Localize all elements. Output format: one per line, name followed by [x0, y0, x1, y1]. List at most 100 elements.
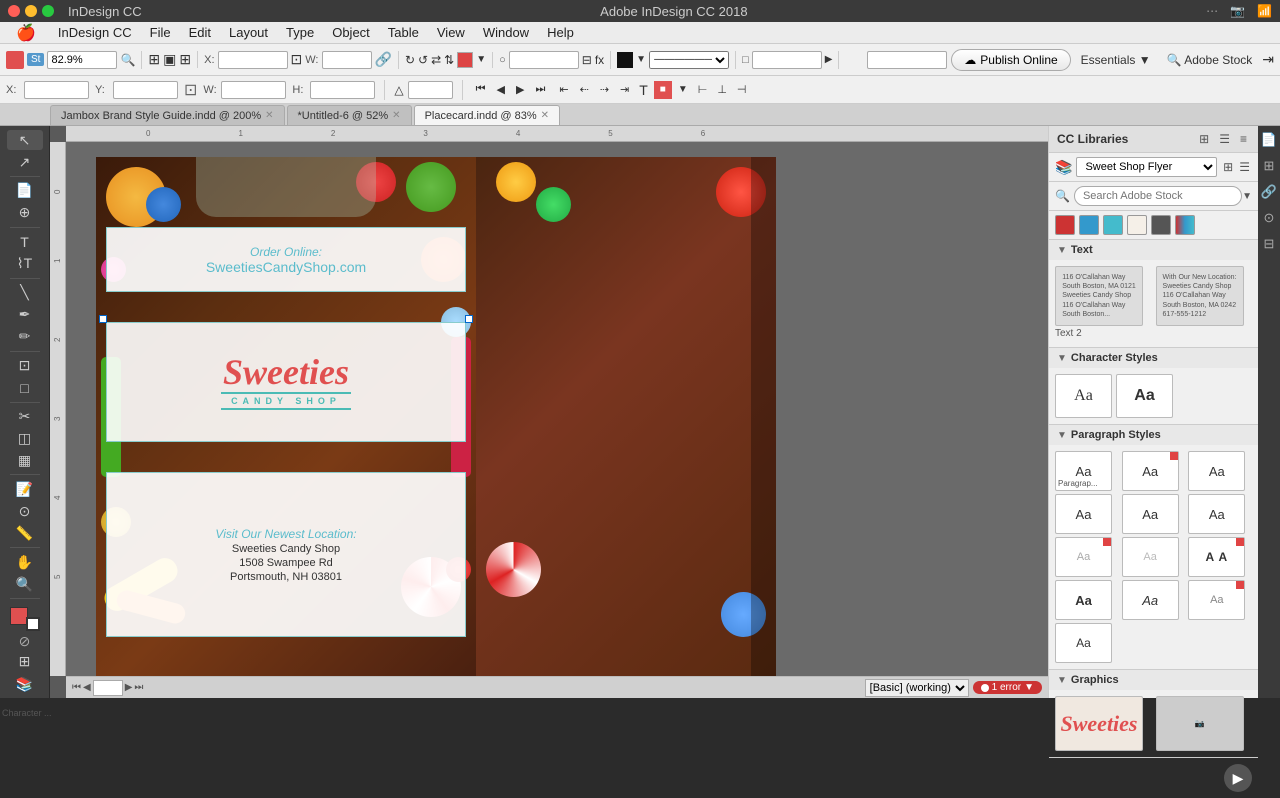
menu-type[interactable]: Type — [278, 23, 322, 42]
library-dropdown[interactable]: Sweet Shop Flyer — [1076, 157, 1217, 177]
para-style-12[interactable]: Aa — [1188, 580, 1245, 620]
para-style-4[interactable]: Aa — [1055, 494, 1112, 534]
pages-panel-btn[interactable]: 📄 — [1259, 130, 1279, 150]
menu-layout[interactable]: Layout — [221, 23, 276, 42]
links-panel-btn[interactable]: 🔗 — [1259, 182, 1279, 202]
panel-grid-view-btn[interactable]: ⊞ — [1196, 131, 1212, 147]
page-number-input[interactable]: 1 — [93, 680, 123, 696]
zoom-tool[interactable]: 🔍 — [7, 574, 43, 594]
x-coord-input[interactable]: 1.18 in — [24, 81, 89, 99]
first-page-btn-bottom[interactable]: ⏮ — [72, 682, 81, 693]
menu-file[interactable]: File — [142, 23, 179, 42]
prev-page-btn[interactable]: ⇠ — [576, 81, 593, 98]
prev-frame-btn[interactable]: ⏮ — [472, 81, 490, 98]
panel-menu-btn[interactable]: ≡ — [1237, 131, 1250, 147]
apple-menu[interactable]: 🍎 — [8, 21, 44, 45]
last-page-btn-bottom[interactable]: ⏭ — [134, 682, 143, 693]
add-to-library-btn[interactable]: ▶ — [1224, 764, 1252, 792]
tab-untitled[interactable]: *Untitled-6 @ 52% ✕ — [287, 105, 412, 125]
menu-view[interactable]: View — [429, 23, 473, 42]
menu-window[interactable]: Window — [475, 23, 537, 42]
align-left-btn[interactable]: ⊢ — [694, 81, 712, 98]
menu-table[interactable]: Table — [380, 23, 427, 42]
align-right-btn[interactable]: ⊣ — [733, 81, 751, 98]
text-section-header[interactable]: ▼ Text — [1049, 240, 1258, 260]
para-style-10[interactable]: Aa — [1055, 580, 1112, 620]
stroke-input[interactable]: 0 pt — [509, 51, 579, 69]
graphic-thumb-1[interactable]: Sweeties — [1055, 696, 1143, 751]
menu-help[interactable]: Help — [539, 23, 582, 42]
stroke-box[interactable] — [26, 617, 40, 631]
x-input[interactable]: 1.18 in — [218, 51, 288, 69]
style-select[interactable]: [Basic] (working) — [865, 679, 969, 697]
rectangle-frame-tool[interactable]: ⊡ — [7, 355, 43, 375]
color-swatch-gradient[interactable] — [1175, 215, 1195, 235]
y-coord-input[interactable]: 2.2 in — [113, 81, 178, 99]
pen-tool[interactable]: ✒ — [7, 305, 43, 325]
dimension-input[interactable]: 0.1667 in — [867, 51, 947, 69]
note-tool[interactable]: 📝 — [7, 479, 43, 499]
w-input[interactable] — [322, 51, 372, 69]
text-thumb-2[interactable]: With Our New Location: Sweeties Candy Sh… — [1156, 266, 1244, 326]
pencil-tool[interactable]: ✏ — [7, 327, 43, 347]
type-tool[interactable]: T — [7, 232, 43, 252]
zoom-input[interactable] — [47, 51, 117, 69]
fill-color[interactable] — [457, 52, 473, 68]
text-wrap-panel-btn[interactable]: ⊟ — [1262, 234, 1277, 254]
color-swatch-dark[interactable] — [1151, 215, 1171, 235]
error-badge[interactable]: 1 error ▼ — [973, 681, 1042, 694]
type-path-tool[interactable]: ⌇T — [7, 254, 43, 274]
line-tool[interactable]: ╲ — [7, 283, 43, 303]
next-page-btn[interactable]: ⇢ — [596, 81, 613, 98]
list-view-btn[interactable]: ☰ — [1237, 158, 1252, 176]
char-style-2[interactable]: Aa — [1116, 374, 1173, 418]
scissors-tool[interactable]: ✂ — [7, 406, 43, 426]
maximize-button[interactable] — [42, 5, 54, 17]
stroke-color[interactable] — [617, 52, 633, 68]
menu-edit[interactable]: Edit — [181, 23, 219, 42]
rectangle-tool[interactable]: □ — [7, 378, 43, 398]
angle-input[interactable] — [408, 81, 453, 99]
search-filter-btn[interactable]: ▼ — [1242, 191, 1252, 202]
essentials-button[interactable]: Essentials ▼ — [1075, 51, 1157, 69]
search-input[interactable] — [1074, 186, 1242, 206]
h-coord-input[interactable] — [310, 81, 375, 99]
para-style-2[interactable]: Aa — [1122, 451, 1179, 491]
color-swatch-teal[interactable] — [1103, 215, 1123, 235]
gradient-tool[interactable]: ◫ — [7, 428, 43, 448]
select-tool[interactable]: ↖ — [7, 130, 43, 150]
w-coord-input[interactable] — [221, 81, 286, 99]
para-style-6[interactable]: Aa — [1188, 494, 1245, 534]
para-style-11[interactable]: Aa — [1122, 580, 1179, 620]
text-thumb-1[interactable]: 116 O'Callahan Way South Boston, MA 0121… — [1055, 266, 1143, 326]
preview-mode-btn[interactable]: ⊞ — [7, 652, 43, 672]
tab-close-placecard[interactable]: ✕ — [541, 110, 549, 121]
tab-placecard[interactable]: Placecard.indd @ 83% ✕ — [414, 105, 560, 125]
measure-tool[interactable]: 📏 — [7, 523, 43, 543]
publish-online-button[interactable]: ☁ Publish Online — [951, 49, 1070, 71]
close-button[interactable] — [8, 5, 20, 17]
tab-close-jambox[interactable]: ✕ — [265, 110, 273, 121]
para-style-3[interactable]: Aa — [1188, 451, 1245, 491]
color-swatch-cream[interactable] — [1127, 215, 1147, 235]
stroke-panel-btn[interactable]: ⊙ — [1262, 208, 1277, 228]
library-btn[interactable]: 📚 — [7, 674, 43, 694]
page-tool[interactable]: 📄 — [7, 181, 43, 201]
para-style-7[interactable]: Aa — [1055, 537, 1112, 577]
gradient-swatch-tool[interactable]: ▦ — [7, 450, 43, 470]
next-page-btn-bottom[interactable]: ▶ — [125, 682, 133, 693]
layers-panel-btn[interactable]: ⊞ — [1262, 156, 1277, 176]
char-styles-header[interactable]: ▼ Character Styles — [1049, 348, 1258, 368]
last-page-btn[interactable]: ⇥ — [616, 81, 633, 98]
prev-page-btn-bottom[interactable]: ◀ — [83, 682, 91, 693]
para-style-1[interactable]: Aa Paragrap... — [1055, 451, 1112, 491]
graphic-thumb-2[interactable]: 📷 — [1156, 696, 1244, 751]
color-swatch-blue[interactable] — [1079, 215, 1099, 235]
next-btn[interactable]: ▶ — [512, 81, 528, 98]
tab-jambox[interactable]: Jambox Brand Style Guide.indd @ 200% ✕ — [50, 105, 285, 125]
menu-indesign[interactable]: InDesign CC — [50, 23, 140, 42]
canvas-scroll-area[interactable]: Order Online: SweetiesCandyShop.com Swee… — [66, 142, 1048, 676]
hand-tool[interactable]: ✋ — [7, 552, 43, 572]
first-page-btn[interactable]: ⇤ — [555, 81, 572, 98]
para-styles-header[interactable]: ▼ Paragraph Styles — [1049, 425, 1258, 445]
